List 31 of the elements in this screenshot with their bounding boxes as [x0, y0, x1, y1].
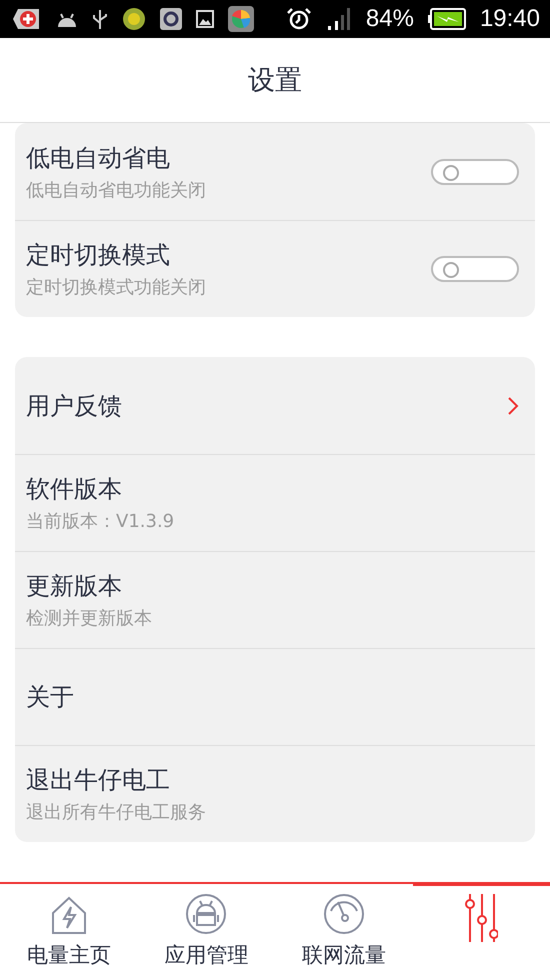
charging-battery-icon [428, 8, 466, 30]
setting-title: 用户反馈 [26, 390, 123, 422]
usb-icon [92, 8, 108, 30]
battery-percentage: 84% [366, 5, 414, 33]
setting-title: 关于 [26, 682, 75, 713]
setting-description: 检测并更新版本 [26, 607, 153, 630]
image-icon [196, 10, 214, 28]
setting-description: 退出所有牛仔电工服务 [26, 801, 207, 824]
setting-description: 当前版本：V1.3.9 [26, 510, 176, 533]
toggle-switch[interactable] [431, 158, 519, 184]
clock-time: 19:40 [480, 5, 540, 33]
setting-title: 定时切换模式 [26, 240, 171, 271]
gauge-icon [322, 893, 365, 935]
app-icon [228, 6, 254, 32]
setting-title: 软件版本 [26, 474, 123, 505]
app-icon [122, 7, 146, 31]
notification-icon [12, 7, 42, 31]
sliders-icon [464, 894, 498, 942]
alarm-icon [286, 7, 312, 31]
setting-description: 低电自动省电功能关闭 [26, 178, 207, 202]
setting-description: 定时切换模式功能关闭 [26, 276, 207, 299]
page-title: 设置 [248, 64, 302, 98]
house-bolt-icon [50, 895, 87, 935]
chevron-right-icon[interactable] [507, 396, 519, 416]
setting-title: 退出牛仔电工 [26, 765, 171, 796]
app-icon [160, 8, 182, 30]
toggle-switch[interactable] [431, 256, 519, 282]
setting-title: 更新版本 [26, 571, 123, 602]
signal-icon [326, 7, 352, 31]
setting-title: 低电自动省电 [26, 142, 171, 174]
android-robot-icon [185, 893, 228, 935]
